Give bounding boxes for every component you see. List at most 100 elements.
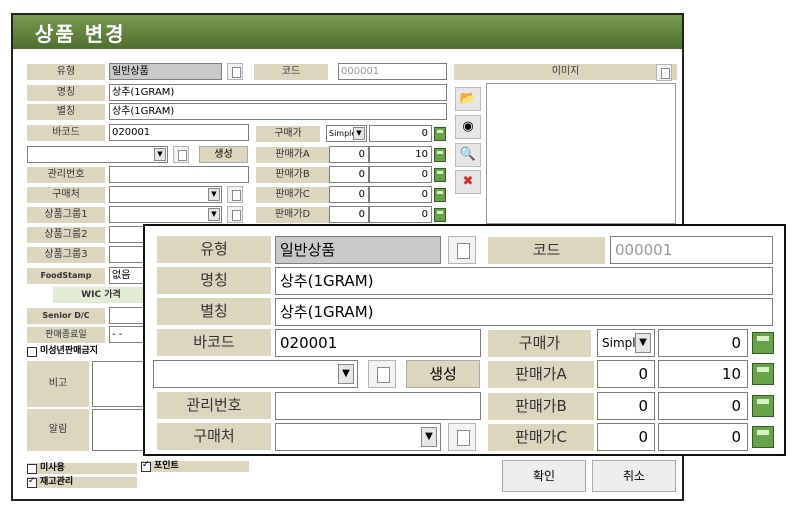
price-c-label: 판매가C [256,187,329,203]
price-c-field-1[interactable]: 0 [329,186,369,203]
zoom-cost-mode-select[interactable]: Simple ▼ [597,329,655,357]
alias-field[interactable]: 상추(1GRAM) [109,103,447,120]
price-b-label: 판매가B [256,167,329,183]
price-c-field-2[interactable]: 0 [369,186,432,203]
magnify-icon[interactable]: 🔍 [455,143,481,167]
price-d-field-2[interactable]: 0 [369,206,432,223]
generate-button[interactable]: 생성 [199,146,248,163]
zoom-vendor-label: 구매처 [157,423,271,450]
zoom-price-b-field-1[interactable]: 0 [597,392,655,420]
stock-checkbox[interactable]: 재고관리 [27,476,73,488]
barcode-label: 바코드 [27,125,105,141]
zoom-mgmt-field[interactable] [275,392,481,420]
zoom-price-c-field-1[interactable]: 0 [597,423,655,451]
zoom-price-b-label: 판매가B [488,393,594,420]
camera-icon[interactable]: ◉ [455,115,481,139]
zoom-vendor-select[interactable]: ▼ [275,423,441,451]
type-field[interactable]: 일반상품 [109,63,222,80]
foodstamp-label: FoodStamp [27,268,105,284]
point-checkbox[interactable]: 포인트 [141,460,179,472]
price-d-label: 판매가D [256,207,329,223]
chevron-down-icon: ▼ [154,148,166,161]
zoom-barcode-type-select[interactable]: ▼ [153,360,358,388]
type-doc-icon[interactable] [227,63,243,80]
chevron-down-icon: ▼ [421,427,437,447]
group1-label: 상품그룹1 [27,207,105,223]
group2-label: 상품그룹2 [27,227,105,243]
calculator-icon[interactable] [752,395,774,417]
window-title: 상품 변경 [13,15,682,49]
chevron-down-icon: ▼ [353,127,365,140]
group1-doc-icon[interactable] [227,206,243,223]
zoom-barcode-field[interactable]: 020001 [275,329,481,357]
alias-label: 별칭 [27,104,105,120]
mgmt-field[interactable] [109,166,249,183]
name-field[interactable]: 상추(1GRAM) [109,84,447,101]
group1-select[interactable]: ▼ [109,206,222,223]
calculator-icon[interactable] [752,363,774,385]
price-b-field-2[interactable]: 0 [369,166,432,183]
alert-field[interactable] [92,409,149,451]
group3-label: 상품그룹3 [27,247,105,263]
image-doc-icon[interactable] [656,64,672,81]
memo-label: 비고 [27,361,89,407]
zoom-type-field[interactable]: 일반상품 [275,236,441,264]
zoom-price-b-field-2[interactable]: 0 [658,392,748,420]
code-field[interactable]: 000001 [338,63,447,80]
minor-sale-ban-checkbox[interactable]: 미성년판매금지 [27,346,98,357]
price-b-field-1[interactable]: 0 [329,166,369,183]
barcode-type-select[interactable]: ▼ [27,146,168,163]
calculator-icon[interactable] [434,208,446,222]
calculator-icon[interactable] [434,127,446,141]
calculator-icon[interactable] [434,188,446,202]
zoom-generate-button[interactable]: 생성 [406,360,480,388]
barcode-field[interactable]: 020001 [109,124,249,141]
zoom-barcode-label: 바코드 [157,329,271,356]
zoom-price-a-label: 판매가A [488,361,594,388]
vendor-label: 구매처 [27,187,105,203]
zoom-vendor-doc-icon[interactable] [448,423,476,451]
zoom-cost-label: 구매가 [488,330,591,357]
unused-checkbox[interactable]: 미사용 [27,463,65,474]
cost-label: 구매가 [256,126,320,142]
zoom-price-c-field-2[interactable]: 0 [658,423,748,451]
barcode-doc-icon[interactable] [173,146,189,163]
type-label: 유형 [27,64,105,80]
zoom-type-label: 유형 [157,236,271,263]
chevron-down-icon: ▼ [208,208,220,221]
vendor-select[interactable]: ▼ [109,186,222,203]
ok-button[interactable]: 확인 [502,460,586,492]
cost-mode-select[interactable]: Simple ▼ [326,125,367,142]
zoom-name-field[interactable]: 상추(1GRAM) [275,267,773,295]
calculator-icon[interactable] [434,148,446,162]
zoom-cost-field[interactable]: 0 [658,329,748,357]
price-a-field-2[interactable]: 10 [369,146,432,163]
image-preview [486,83,676,224]
zoom-barcode-doc-icon[interactable] [368,360,396,388]
calculator-icon[interactable] [434,168,446,182]
enddate-label: 판매종료일 [27,327,105,343]
calculator-icon[interactable] [752,332,774,354]
price-d-field-1[interactable]: 0 [329,206,369,223]
folder-icon[interactable]: 📂 [455,87,481,111]
zoom-price-a-field-1[interactable]: 0 [597,360,655,388]
memo-field[interactable] [92,361,149,407]
code-label: 코드 [254,64,328,80]
name-label: 명칭 [27,85,105,101]
zoom-price-a-field-2[interactable]: 10 [658,360,748,388]
cost-field[interactable]: 0 [369,125,432,142]
mgmt-label: 관리번호 [27,167,105,183]
zoom-type-doc-icon[interactable] [448,236,476,264]
delete-icon[interactable]: ✖ [455,170,481,194]
zoom-price-c-label: 판매가C [488,424,594,451]
vendor-doc-icon[interactable] [227,186,243,203]
zoom-code-field[interactable]: 000001 [610,236,773,264]
zoom-alias-label: 별칭 [157,298,271,325]
cancel-button[interactable]: 취소 [592,460,676,492]
calculator-icon[interactable] [752,426,774,448]
price-a-field-1[interactable]: 0 [329,146,369,163]
zoom-alias-field[interactable]: 상추(1GRAM) [275,298,773,326]
zoom-callout: 유형 일반상품 코드 000001 명칭 상추(1GRAM) 별칭 상추(1GR… [143,224,786,456]
zoom-code-label: 코드 [488,237,605,264]
image-label: 이미지 [454,64,677,80]
